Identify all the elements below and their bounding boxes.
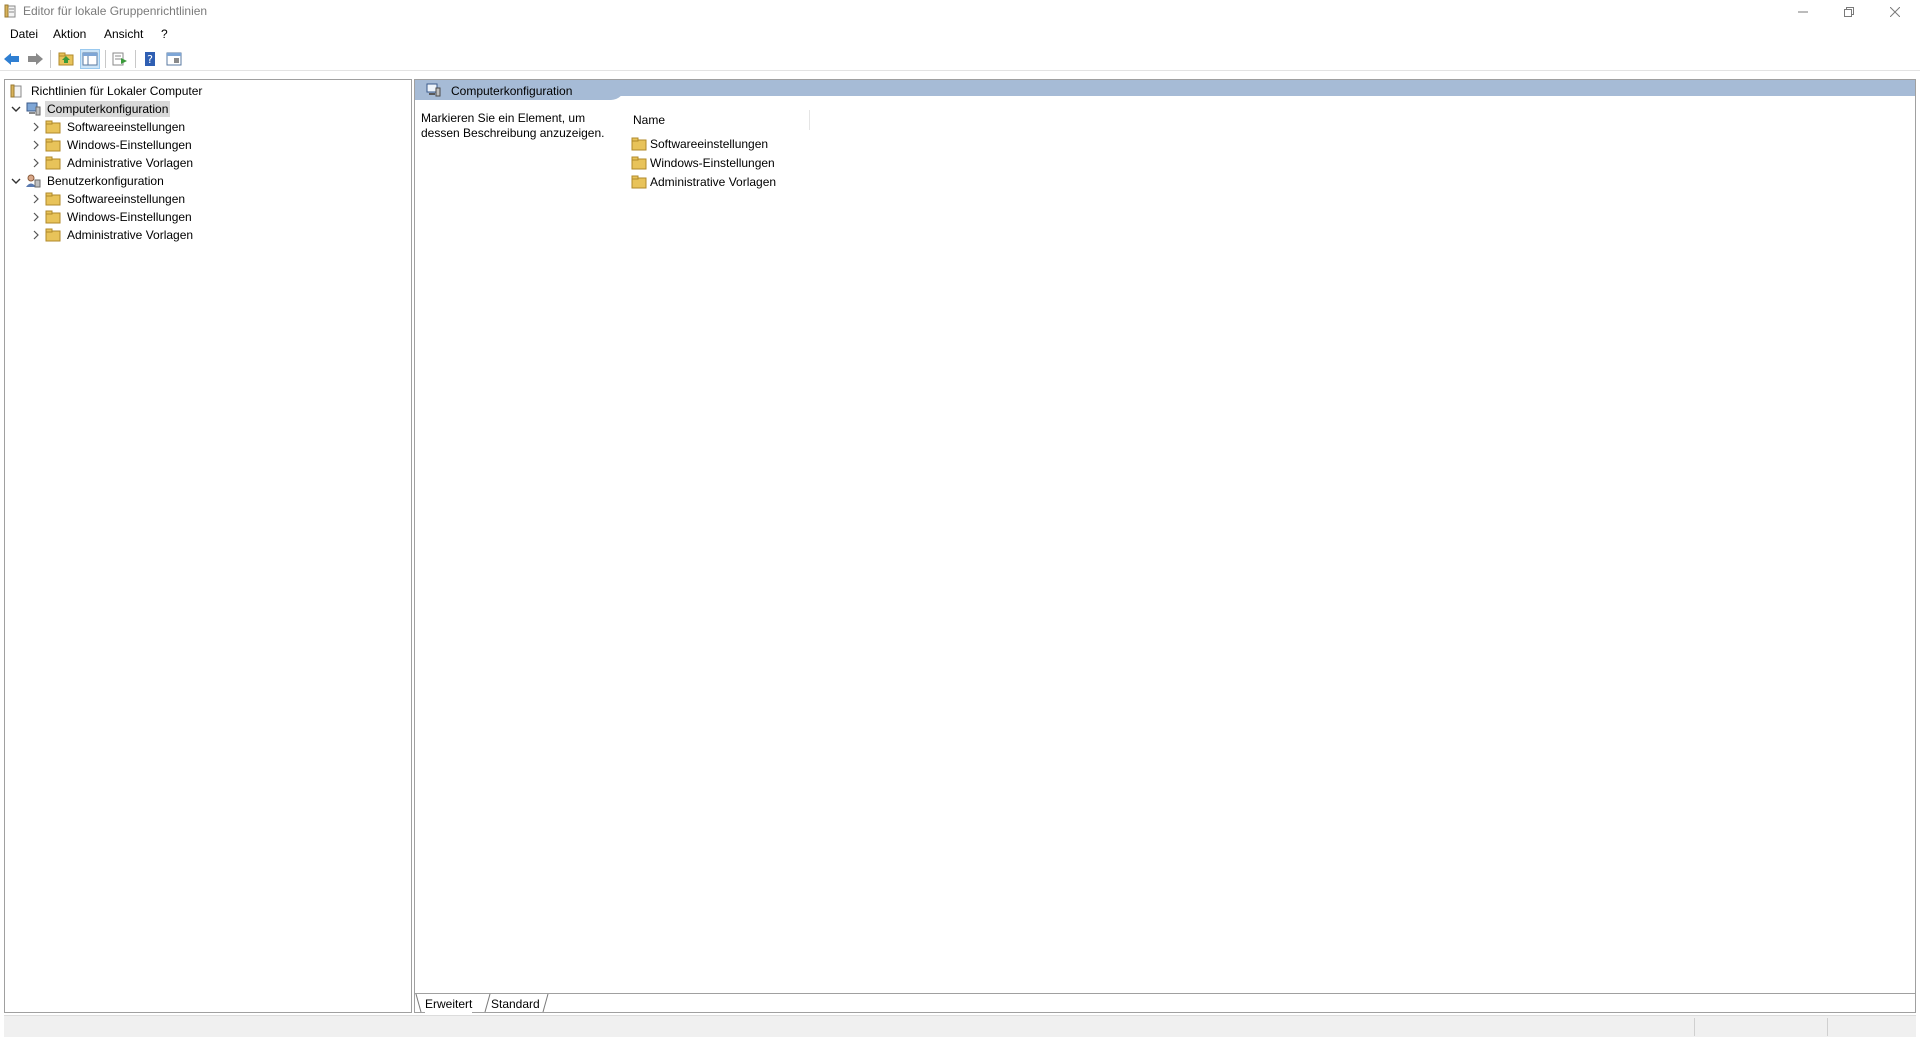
folder-icon bbox=[45, 119, 61, 135]
menu-help[interactable]: ? bbox=[161, 27, 168, 41]
content-header-title: Computerkonfiguration bbox=[451, 84, 573, 98]
folder-icon bbox=[45, 155, 61, 171]
up-folder-icon bbox=[58, 52, 74, 66]
back-arrow-icon bbox=[4, 53, 19, 65]
export-list-icon bbox=[112, 52, 127, 66]
content-pane: Computerkonfiguration Markieren Sie ein … bbox=[414, 79, 1916, 1013]
status-bar bbox=[4, 1015, 1916, 1037]
policy-editor-icon bbox=[4, 4, 16, 18]
computer-config-icon bbox=[426, 83, 441, 97]
toolbar: ? bbox=[0, 45, 1920, 71]
list-item-label: Administrative Vorlagen bbox=[650, 174, 777, 189]
tree-item-label: Softwareeinstellungen bbox=[67, 192, 186, 206]
forward-arrow-icon bbox=[28, 53, 43, 65]
menu-bar: Datei Aktion Ansicht ? bbox=[0, 24, 1920, 44]
chevron-right-icon[interactable] bbox=[29, 138, 43, 152]
policy-document-icon bbox=[9, 83, 25, 99]
show-hide-tree-button[interactable] bbox=[80, 49, 100, 69]
tree-item-user-softwareeinstellungen[interactable]: Softwareeinstellungen bbox=[29, 190, 187, 208]
toolbar-separator bbox=[50, 50, 51, 68]
tree-item-label: Administrative Vorlagen bbox=[67, 228, 194, 242]
tree-item-user-windows-einstellungen[interactable]: Windows-Einstellungen bbox=[29, 208, 194, 226]
properties-icon bbox=[166, 52, 182, 66]
minimize-button[interactable] bbox=[1780, 0, 1826, 24]
tree-item-computerkonfiguration[interactable]: Computerkonfiguration bbox=[9, 100, 171, 118]
chevron-right-icon[interactable] bbox=[29, 192, 43, 206]
menu-datei[interactable]: Datei bbox=[10, 27, 38, 41]
computer-config-icon bbox=[25, 101, 41, 117]
restore-button[interactable] bbox=[1826, 0, 1872, 24]
status-separator bbox=[1827, 1018, 1828, 1036]
tree-item-label: Windows-Einstellungen bbox=[67, 138, 192, 152]
menu-aktion[interactable]: Aktion bbox=[53, 27, 86, 41]
toolbar-separator bbox=[135, 50, 136, 68]
tab-standard[interactable]: Standard bbox=[491, 994, 540, 1013]
close-button[interactable] bbox=[1872, 0, 1918, 24]
tree-root-label: Richtlinien für Lokaler Computer bbox=[31, 84, 203, 98]
folder-icon bbox=[631, 136, 647, 152]
tree-item-computer-windows-einstellungen[interactable]: Windows-Einstellungen bbox=[29, 136, 194, 154]
menu-ansicht[interactable]: Ansicht bbox=[104, 27, 143, 41]
show-hide-tree-icon bbox=[82, 52, 98, 66]
folder-icon bbox=[45, 137, 61, 153]
list-item[interactable]: Softwareeinstellungen bbox=[631, 134, 768, 153]
help-icon: ? bbox=[145, 52, 155, 66]
folder-icon bbox=[45, 227, 61, 243]
restore-icon bbox=[1844, 7, 1854, 17]
folder-icon bbox=[631, 174, 647, 190]
chevron-down-icon[interactable] bbox=[9, 102, 23, 116]
description-text: Markieren Sie ein Element, um dessen Bes… bbox=[421, 111, 605, 140]
tree-item-label: Benutzerkonfiguration bbox=[47, 174, 164, 188]
tab-erweitert[interactable]: Erweitert bbox=[425, 994, 473, 1013]
tree-item-benutzerkonfiguration[interactable]: Benutzerkonfiguration bbox=[9, 172, 166, 190]
user-config-icon bbox=[25, 173, 41, 189]
title-bar: Editor für lokale Gruppenrichtlinien bbox=[0, 0, 1920, 24]
tree-item-computer-administrative-vorlagen[interactable]: Administrative Vorlagen bbox=[29, 154, 195, 172]
column-header-name[interactable]: Name bbox=[629, 110, 810, 130]
list-item-label: Windows-Einstellungen bbox=[650, 155, 775, 170]
tree-item-computer-softwareeinstellungen[interactable]: Softwareeinstellungen bbox=[29, 118, 187, 136]
content-header: Computerkonfiguration bbox=[415, 80, 1915, 100]
column-separator[interactable] bbox=[809, 110, 810, 130]
tree-item-label: Softwareeinstellungen bbox=[67, 120, 186, 134]
list-item[interactable]: Windows-Einstellungen bbox=[631, 153, 775, 172]
status-separator bbox=[1694, 1018, 1695, 1036]
tree-item-label: Computerkonfiguration bbox=[45, 101, 171, 117]
toolbar-separator bbox=[105, 50, 106, 68]
list-item-label: Softwareeinstellungen bbox=[650, 136, 769, 151]
forward-button[interactable] bbox=[25, 49, 45, 69]
tree-root[interactable]: Richtlinien für Lokaler Computer bbox=[9, 82, 204, 100]
help-button[interactable]: ? bbox=[140, 49, 160, 69]
chevron-down-icon[interactable] bbox=[9, 174, 23, 188]
folder-icon bbox=[631, 155, 647, 171]
tab-edge bbox=[484, 994, 491, 1013]
column-header-label: Name bbox=[633, 113, 666, 127]
list-item[interactable]: Administrative Vorlagen bbox=[631, 172, 776, 191]
properties-button[interactable] bbox=[164, 49, 184, 69]
chevron-right-icon[interactable] bbox=[29, 228, 43, 242]
chevron-right-icon[interactable] bbox=[29, 120, 43, 134]
tab-edge bbox=[415, 994, 422, 1013]
tab-edge bbox=[542, 994, 549, 1013]
tree-pane[interactable]: Richtlinien für Lokaler Computer Compute… bbox=[4, 79, 412, 1013]
tree-item-label: Administrative Vorlagen bbox=[67, 156, 194, 170]
up-one-level-button[interactable] bbox=[56, 49, 76, 69]
header-band bbox=[415, 80, 1915, 96]
folder-icon bbox=[45, 209, 61, 225]
view-tabs: Erweitert Standard bbox=[415, 993, 1915, 1013]
export-list-button[interactable] bbox=[110, 49, 130, 69]
close-icon bbox=[1890, 7, 1900, 17]
tree-item-user-administrative-vorlagen[interactable]: Administrative Vorlagen bbox=[29, 226, 195, 244]
folder-icon bbox=[45, 191, 61, 207]
tree-item-label: Windows-Einstellungen bbox=[67, 210, 192, 224]
back-button[interactable] bbox=[2, 49, 22, 69]
chevron-right-icon[interactable] bbox=[29, 210, 43, 224]
minimize-icon bbox=[1798, 11, 1808, 13]
window-title: Editor für lokale Gruppenrichtlinien bbox=[23, 4, 208, 18]
chevron-right-icon[interactable] bbox=[29, 156, 43, 170]
svg-text:?: ? bbox=[147, 53, 153, 66]
